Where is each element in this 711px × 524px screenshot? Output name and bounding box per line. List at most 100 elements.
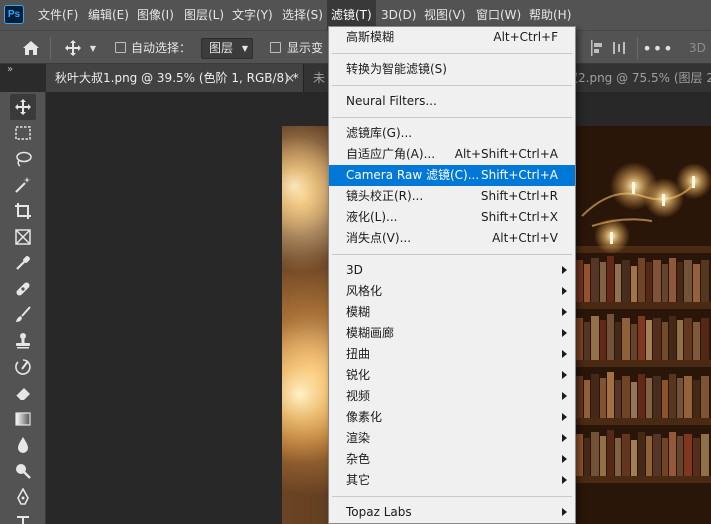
magic-wand-icon[interactable] [10,172,36,198]
document-tab[interactable]: 叔2.png @ 75.5% (图层 2, RGB/8 [566,64,711,92]
menu-item-vanishing-point[interactable]: 消失点(V)... Alt+Ctrl+V [329,228,575,249]
menu-item-label: Neural Filters... [346,94,437,108]
menu-item-shortcut: Shift+Ctrl+A [481,168,558,182]
distribute-icon[interactable] [608,37,630,59]
crop-tool-icon[interactable] [10,198,36,224]
move-icon[interactable] [62,37,84,59]
submenu-sharpen[interactable]: 锐化 [329,365,575,386]
menu-layer[interactable]: 图层(L) [180,0,228,30]
submenu-blur[interactable]: 模糊 [329,302,575,323]
menu-item-label: 模糊画廊 [346,326,395,340]
show-transform-label: 显示变 [287,41,324,55]
submenu-other[interactable]: 其它 [329,470,575,491]
menu-item-convert-smart-filter[interactable]: 转换为智能滤镜(S) [329,59,575,80]
eyedropper-icon[interactable] [10,250,36,276]
menu-item-label: 3D [346,263,363,277]
document-tab-title: 叔2.png @ 75.5% (图层 2, RGB/8 [566,71,711,85]
menu-item-label: 像素化 [346,410,383,424]
close-icon[interactable]: × [285,64,295,92]
chevron-down-icon[interactable]: ▼ [86,37,100,59]
pen-tool-icon[interactable] [10,484,36,510]
menu-type[interactable]: 文字(Y) [228,0,277,30]
submenu-render[interactable]: 渲染 [329,428,575,449]
menu-separator [332,496,572,497]
submenu-arrow-icon [562,508,567,516]
menu-item-lens-correction[interactable]: 镜头校正(R)... Shift+Ctrl+R [329,186,575,207]
collapse-panel-icon[interactable]: » [7,64,13,75]
menu-item-label: 高斯模糊 [346,30,395,44]
auto-select-label: 自动选择： [131,41,192,55]
document-tab-active[interactable]: 秋叶大叔1.png @ 39.5% (色阶 1, RGB/8) * × [46,64,303,92]
menu-edit[interactable]: 编辑(E) [84,0,133,30]
menu-item-adaptive-wide-angle[interactable]: 自适应广角(A)... Alt+Shift+Ctrl+A [329,144,575,165]
submenu-arrow-icon [562,350,567,358]
history-brush-icon[interactable] [10,354,36,380]
submenu-distort[interactable]: 扭曲 [329,344,575,365]
menu-item-neural-filters[interactable]: Neural Filters... [329,91,575,112]
submenu-arrow-icon [562,266,567,274]
blur-tool-icon[interactable] [10,432,36,458]
move-tool-icon[interactable] [10,94,36,120]
more-icon[interactable]: ••• [642,37,672,59]
frame-tool-icon[interactable] [10,224,36,250]
menu-item-label: 风格化 [346,284,383,298]
show-transform-checkbox[interactable] [270,42,281,53]
menu-item-label: 镜头校正(R)... [346,189,424,203]
submenu-stylize[interactable]: 风格化 [329,281,575,302]
submenu-video[interactable]: 视频 [329,386,575,407]
options-separator [637,37,638,59]
menu-item-label: 模糊 [346,305,371,319]
submenu-arrow-icon [562,329,567,337]
healing-brush-icon[interactable] [10,276,36,302]
submenu-arrow-icon [562,434,567,442]
menu-item-label: 其它 [346,473,371,487]
menu-separator [332,85,572,86]
eraser-icon[interactable] [10,380,36,406]
gradient-tool-icon[interactable] [10,406,36,432]
clone-stamp-icon[interactable] [10,328,36,354]
mode-3d-label: 3D [689,41,706,55]
menu-item-label: 转换为智能滤镜(S) [346,62,447,76]
brush-tool-icon[interactable] [10,302,36,328]
menu-item-gaussian-blur[interactable]: 高斯模糊 Alt+Ctrl+F [329,27,575,48]
auto-select-target-dropdown[interactable]: 图层 ▼ [201,38,253,59]
menu-item-shortcut: Shift+Ctrl+R [480,189,558,203]
menu-item-shortcut: Alt+Ctrl+F [493,30,558,44]
menu-item-label: 锐化 [346,368,371,382]
options-separator [50,37,51,59]
menu-image[interactable]: 图像(I) [133,0,178,30]
dodge-tool-icon[interactable] [10,458,36,484]
menu-item-label: 滤镜库(G)... [346,126,413,140]
submenu-blur-gallery[interactable]: 模糊画廊 [329,323,575,344]
home-icon[interactable] [20,37,42,59]
menu-item-liquify[interactable]: 液化(L)... Shift+Ctrl+X [329,207,575,228]
document-tab-title: 未 [313,71,326,85]
menu-item-label: 视频 [346,389,371,403]
lasso-tool-icon[interactable] [10,146,36,172]
type-tool-icon[interactable] [10,510,36,524]
submenu-topaz-labs[interactable]: Topaz Labs [329,502,575,523]
marquee-tool-icon[interactable] [10,120,36,146]
menu-item-label: 自适应广角(A)... [346,147,436,161]
auto-select-checkbox[interactable] [115,42,126,53]
submenu-arrow-icon [562,413,567,421]
menu-item-label: 液化(L)... [346,210,398,224]
menu-item-label: Camera Raw 滤镜(C)... [346,168,480,182]
menu-item-label: Topaz Labs [346,505,412,519]
align-icon[interactable] [586,37,608,59]
chevron-down-icon: ▼ [241,44,248,53]
submenu-3d[interactable]: 3D [329,260,575,281]
submenu-pixelate[interactable]: 像素化 [329,407,575,428]
menu-separator [332,117,572,118]
menu-item-label: 消失点(V)... [346,231,412,245]
photoshop-logo[interactable]: Ps [4,5,24,24]
menu-item-camera-raw-filter[interactable]: Camera Raw 滤镜(C)... Shift+Ctrl+A [329,165,575,186]
menu-item-shortcut: Alt+Shift+Ctrl+A [454,147,558,161]
submenu-arrow-icon [562,476,567,484]
menu-file[interactable]: 文件(F) [34,0,82,30]
menu-item-filter-gallery[interactable]: 滤镜库(G)... [329,123,575,144]
filter-menu-dropdown: 高斯模糊 Alt+Ctrl+F 转换为智能滤镜(S) Neural Filter… [328,26,576,524]
submenu-noise[interactable]: 杂色 [329,449,575,470]
menu-item-label: 扭曲 [346,347,371,361]
menu-select[interactable]: 选择(S) [278,0,327,30]
